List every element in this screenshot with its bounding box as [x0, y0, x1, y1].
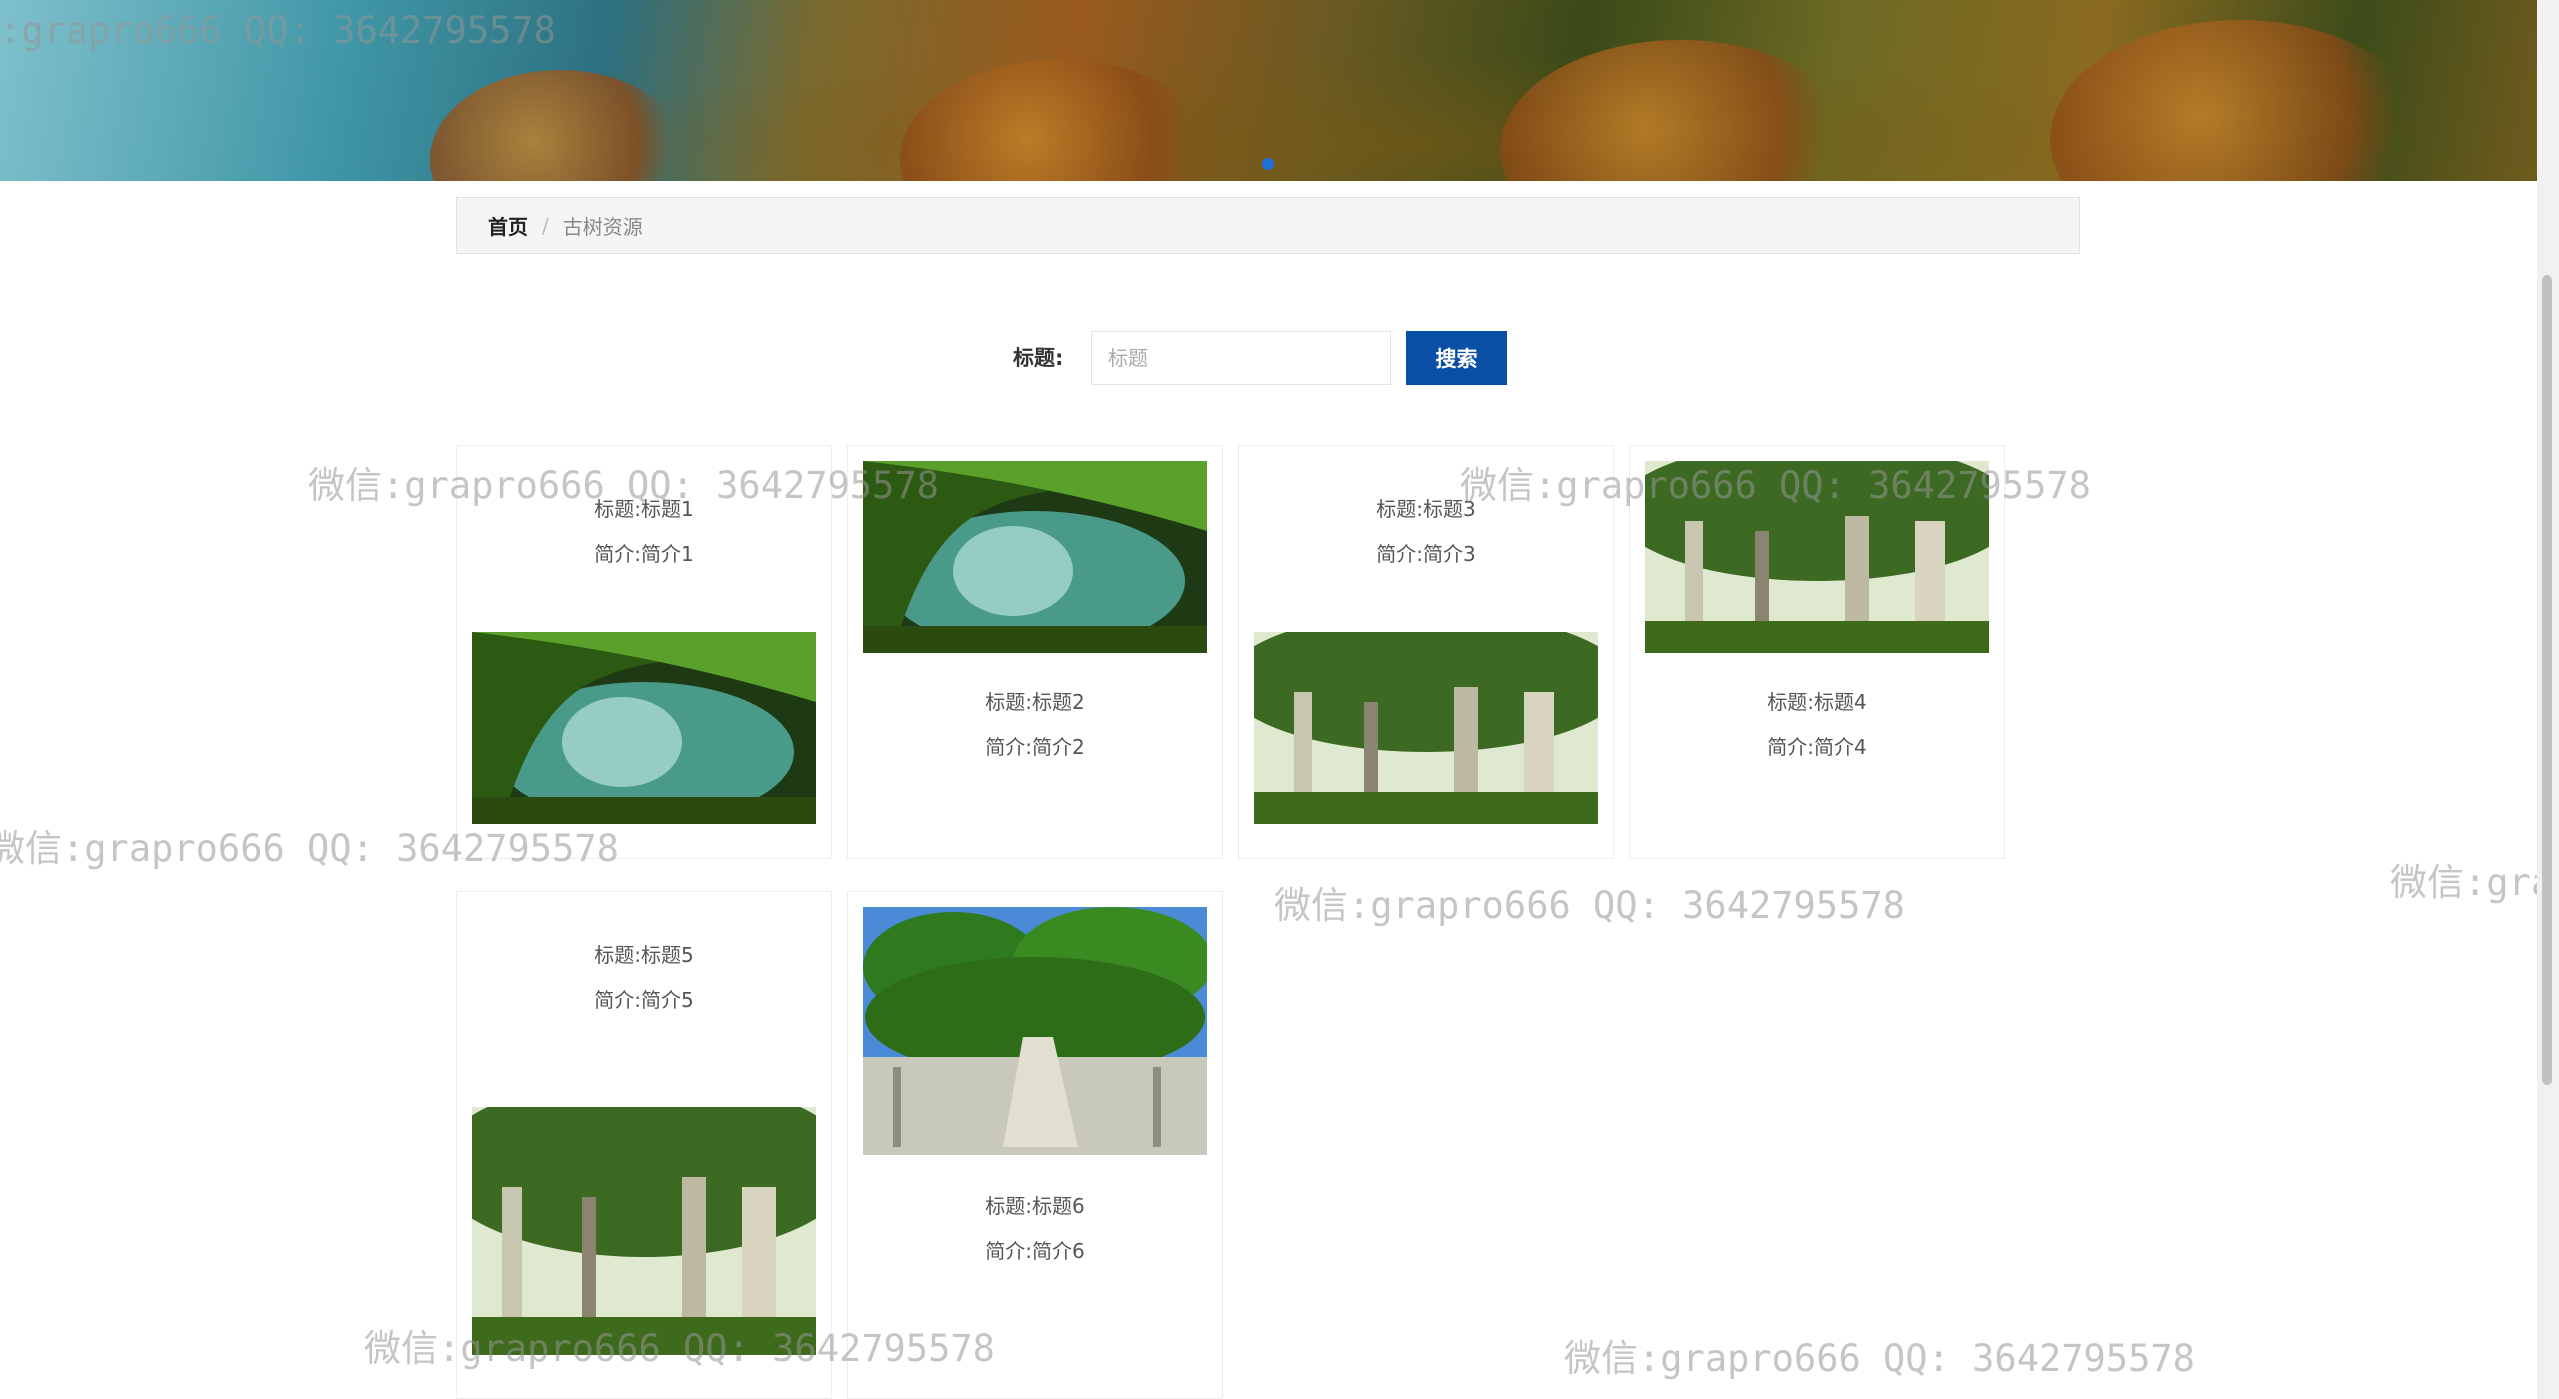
search-label: 标题: — [1013, 346, 1064, 370]
card-image[interactable] — [863, 907, 1207, 1155]
card-image[interactable] — [1645, 461, 1989, 653]
tree-card-1[interactable]: 标题:标题1 简介:简介1 — [456, 445, 832, 859]
search-input[interactable] — [1091, 331, 1391, 385]
watermark: 微信:grapro666 QQ: 3642795578 — [1274, 884, 1905, 927]
watermark: 微信:grapro666 QQ: 3642795578 — [1564, 1337, 2195, 1380]
tree-card-3[interactable]: 标题:标题3 简介:简介3 — [1238, 445, 1614, 859]
card-image[interactable] — [1254, 632, 1598, 824]
page-scrollbar[interactable] — [2537, 0, 2559, 1399]
tree-card-6[interactable]: 标题:标题6 简介:简介6 — [847, 891, 1223, 1399]
card-image[interactable] — [472, 632, 816, 824]
card-title: 标题:标题5 — [594, 943, 694, 967]
card-intro: 简介:简介6 — [985, 1239, 1085, 1263]
card-title: 标题:标题2 — [985, 690, 1085, 714]
hero-banner — [0, 0, 2537, 181]
breadcrumb: 首页 / 古树资源 — [456, 197, 2080, 254]
card-intro: 简介:简介5 — [594, 988, 694, 1012]
card-intro: 简介:简介4 — [1767, 735, 1867, 759]
card-title: 标题:标题3 — [1376, 497, 1476, 521]
card-intro: 简介:简介2 — [985, 735, 1085, 759]
card-title: 标题:标题6 — [985, 1194, 1085, 1218]
tree-card-2[interactable]: 标题:标题2 简介:简介2 — [847, 445, 1223, 859]
scrollbar-thumb[interactable] — [2542, 275, 2552, 1085]
card-image[interactable] — [863, 461, 1207, 653]
card-intro: 简介:简介3 — [1376, 542, 1476, 566]
watermark: 微信:grapro666 QQ: 3642795578 — [2390, 861, 2537, 904]
breadcrumb-separator: / — [542, 213, 549, 238]
search-button[interactable]: 搜索 — [1406, 331, 1507, 385]
tree-card-4[interactable]: 标题:标题4 简介:简介4 — [1629, 445, 2005, 859]
carousel-indicator[interactable] — [1262, 158, 1274, 170]
card-title: 标题:标题4 — [1767, 690, 1867, 714]
breadcrumb-home-link[interactable]: 首页 — [488, 211, 528, 240]
card-intro: 简介:简介1 — [594, 542, 694, 566]
breadcrumb-current: 古树资源 — [562, 215, 643, 239]
tree-card-5[interactable]: 标题:标题5 简介:简介5 — [456, 891, 832, 1399]
card-image[interactable] — [472, 1107, 816, 1355]
card-title: 标题:标题1 — [594, 497, 694, 521]
